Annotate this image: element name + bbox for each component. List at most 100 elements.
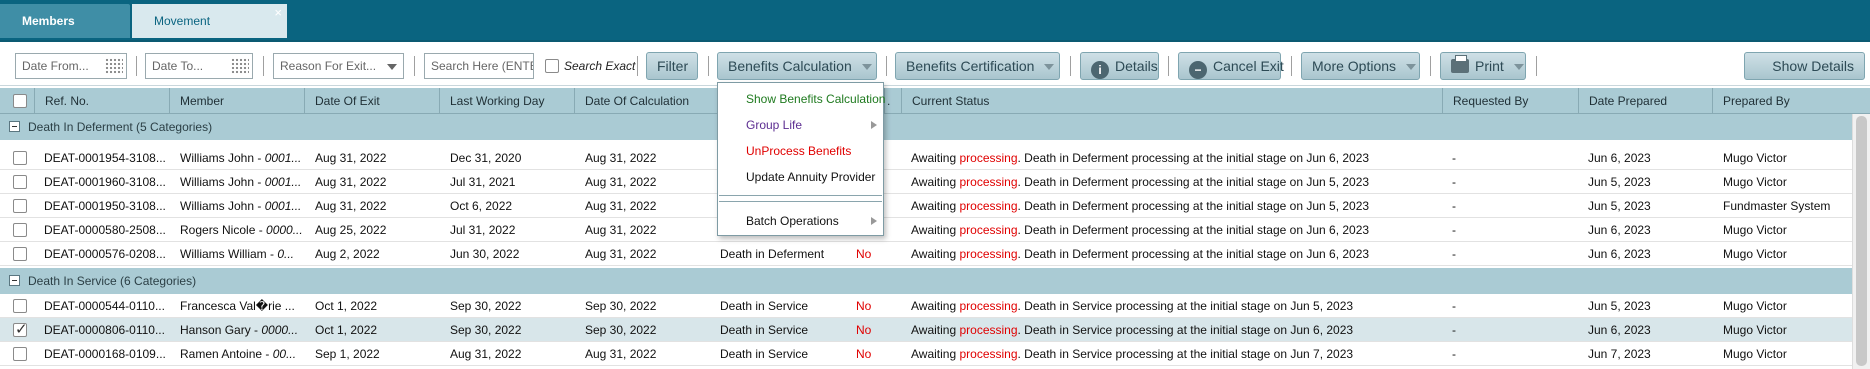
table-row[interactable]: DEAT-0000580-2508... Rogers Nicole - 0000… [0,218,1852,242]
cell-last-working-day: Jun 30, 2022 [450,247,520,261]
cell-last-working-day: Sep 30, 2022 [450,299,522,313]
cell-prepared-by: Mugo Victor [1723,323,1787,337]
row-checkbox[interactable] [13,299,27,313]
cancel-exit-label: Cancel Exit [1213,58,1284,74]
cell-current-status: Awaiting processing. Death in Deferment … [911,175,1370,189]
benefits-calculation-label: Benefits Calculation [728,58,852,74]
vertical-scrollbar[interactable] [1852,114,1870,369]
cell-requested-by: - [1452,199,1456,213]
select-all-checkbox[interactable] [13,94,27,108]
row-checkbox[interactable] [13,247,27,261]
menu-item-unprocess-benefits[interactable]: UnProcess Benefits [718,138,883,164]
filter-button[interactable]: Filter [646,52,698,80]
cell-member: Rogers Nicole - 0000... [180,223,303,237]
row-checkbox[interactable] [13,175,27,189]
column-date-of-exit[interactable]: Date Of Exit [304,88,439,114]
table-row[interactable]: DEAT-0000806-0110... Hanson Gary - 0000..… [0,318,1852,342]
print-button[interactable]: Print [1440,52,1526,80]
column-requested-by[interactable]: Requested By [1442,88,1578,114]
cell-ref-no: DEAT-0001950-3108... [44,199,166,213]
reason-for-exit-select[interactable]: Reason For Exit... [273,53,404,79]
menu-divider [719,201,882,202]
menu-item-show-benefits-calculation[interactable]: Show Benefits Calculation [718,86,885,112]
search-exact-checkbox[interactable] [545,59,559,73]
cell-requested-by: - [1452,151,1456,165]
cell-date-of-calculation: Sep 30, 2022 [585,299,657,313]
table-row[interactable]: DEAT-0001954-3108... Williams John - 0001… [0,146,1852,170]
benefits-certification-button[interactable]: Benefits Certification [895,52,1060,80]
column-current-status[interactable]: Current Status [901,88,1442,114]
cell-last-working-day: Oct 6, 2022 [450,199,513,213]
table-row[interactable]: DEAT-0000544-0110... Francesca Val�rie ..… [0,294,1852,318]
menu-item-group-life[interactable]: Group Life [718,112,883,138]
cell-date-of-exit: Aug 31, 2022 [315,199,387,213]
menu-item-batch-operations[interactable]: Batch Operations [718,208,883,234]
column-prepared-by[interactable]: Prepared By [1712,88,1870,114]
column-ref-no[interactable]: Ref. No. [34,88,169,114]
grid-header: Ref. No. Member Date Of Exit Last Workin… [0,88,1870,114]
chevron-down-icon [387,64,397,70]
row-checkbox[interactable] [13,151,27,165]
tab-members-links[interactable]: Members Links [0,4,130,62]
column-date-of-calculation[interactable]: Date Of Calculation [574,88,717,114]
calendar-icon[interactable] [231,58,249,74]
table-row[interactable]: DEAT-0000576-0208... Williams William - 0… [0,242,1852,266]
scrollbar-thumb[interactable] [1856,116,1867,366]
more-options-label: More Options [1312,58,1397,74]
cell-ref-no: DEAT-0001960-3108... [44,175,166,189]
row-checkbox[interactable] [13,347,27,361]
menu-item-update-annuity-provider[interactable]: Update Annuity Provider [718,164,883,190]
group-header-death-in-deferment[interactable]: Death In Deferment (5 Categories) [0,114,1852,140]
row-checkbox[interactable] [13,320,28,338]
cell-reason-for-exit: Death in Service [720,299,809,313]
cancel-exit-button[interactable]: − Cancel Exit [1178,52,1284,80]
cell-last-working-day: Jul 31, 2022 [450,223,516,237]
chevron-down-icon [1044,64,1055,71]
print-label: Print [1475,58,1504,74]
benefits-calculation-menu: Show Benefits Calculation Group Life UnP… [717,82,885,236]
cell-date-of-calculation: Aug 31, 2022 [585,151,657,165]
benefits-calculation-button[interactable]: Benefits Calculation [717,52,877,80]
more-options-button[interactable]: More Options [1301,52,1420,80]
search-input[interactable]: Search Here (ENTE [424,53,534,79]
toolbar: Date From... Date To... Reason For Exit.… [0,44,1870,86]
group-header-death-in-service[interactable]: Death In Service (6 Categories) [0,268,1852,294]
cell-reason-for-exit: Death in Deferment [720,247,825,261]
cell-member: Hanson Gary - 0000... [180,323,299,337]
table-row[interactable]: DEAT-0001950-3108... Williams John - 0001… [0,194,1852,218]
close-tab-icon[interactable]: × [274,0,282,30]
show-details-button[interactable]: Show Details [1744,52,1865,80]
cell-requested-by: - [1452,247,1456,261]
row-checkbox[interactable] [13,199,27,213]
row-checkbox[interactable] [13,223,27,237]
column-member[interactable]: Member [169,88,304,114]
group-label: Death In Deferment (5 Categories) [28,120,213,134]
cell-member: Ramen Antoine - 00... [180,347,297,361]
table-row[interactable]: DEAT-0000168-0109... Ramen Antoine - 00..… [0,342,1852,366]
tab-movement-processing[interactable]: Movement Processing × [132,4,287,62]
calendar-icon[interactable] [105,58,123,74]
cell-prepared-by: Mugo Victor [1723,151,1787,165]
cell-date-of-exit: Aug 31, 2022 [315,175,387,189]
cell-ref-no: DEAT-0001954-3108... [44,151,166,165]
date-to-field[interactable]: Date To... [145,53,253,79]
separator [1291,56,1292,76]
cell-member: Williams William - 0... [180,247,295,261]
cell-requested-by: - [1452,347,1456,361]
cell-current-status: Awaiting processing. Death in Deferment … [911,151,1370,165]
cell-requested-by: - [1452,323,1456,337]
collapse-icon[interactable] [9,275,20,286]
cell-date-prepared: Jun 5, 2023 [1588,199,1651,213]
cell-date-of-exit: Sep 1, 2022 [315,347,380,361]
date-from-field[interactable]: Date From... [15,53,127,79]
reason-placeholder: Reason For Exit... [280,59,377,73]
cell-date-of-exit: Oct 1, 2022 [315,299,378,313]
cell-requested-by: - [1452,175,1456,189]
separator [136,56,137,76]
column-last-working-day[interactable]: Last Working Day [439,88,574,114]
cell-ref-no: DEAT-0000806-0110... [44,323,165,337]
table-row[interactable]: DEAT-0001960-3108... Williams John - 0001… [0,170,1852,194]
collapse-icon[interactable] [9,121,20,132]
column-date-prepared[interactable]: Date Prepared [1578,88,1712,114]
details-button[interactable]: i Details [1080,52,1159,80]
